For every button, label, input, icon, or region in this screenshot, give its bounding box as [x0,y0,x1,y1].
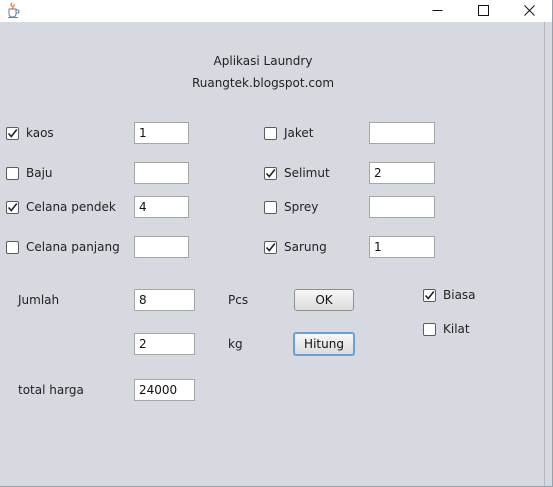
hitung-button[interactable]: Hitung [293,332,355,356]
checkmark-icon [7,202,18,212]
checkbox-box[interactable] [264,240,277,254]
checkbox-biasa[interactable]: Biasa [423,287,476,303]
ok-button[interactable]: OK [294,289,354,311]
checkbox-kilat[interactable]: Kilat [423,321,470,337]
checkbox-jaket[interactable]: Jaket [264,125,314,141]
checkbox-label-sarung: Sarung [284,240,327,254]
field-baju[interactable] [134,162,189,184]
checkbox-box[interactable] [6,240,19,254]
field-selimut[interactable]: 2 [369,162,435,184]
close-icon [523,4,535,16]
checkbox-label-jaket: Jaket [284,126,314,140]
laundry-app-window: Aplikasi Laundry Ruangtek.blogspot.com k… [0,0,553,487]
field-kaos[interactable]: 1 [134,122,189,144]
total-harga-label: total harga [18,383,84,397]
checkbox-label-baju: Baju [26,166,53,180]
checkbox-box[interactable] [6,200,19,214]
title-bar [0,0,552,22]
kg-unit-label: kg [228,337,243,351]
checkbox-celana-pendek[interactable]: Celana pendek [6,199,116,215]
checkbox-box[interactable] [6,166,19,180]
app-title: Aplikasi Laundry [213,54,313,68]
maximize-icon [477,4,489,16]
checkmark-icon [424,290,435,300]
checkbox-box[interactable] [6,126,19,140]
checkmark-icon [265,242,276,252]
checkbox-box[interactable] [264,126,277,140]
checkmark-icon [265,168,276,178]
checkbox-label-sprey: Sprey [284,200,319,214]
close-button[interactable] [506,0,552,20]
checkbox-label-kaos: kaos [26,126,54,140]
jumlah-label: Jumlah [18,293,60,307]
checkbox-label-celana-pendek: Celana pendek [26,200,116,214]
checkbox-kaos[interactable]: kaos [6,125,54,141]
pcs-field[interactable]: 8 [134,289,195,311]
checkbox-label-selimut: Selimut [284,166,330,180]
app-subtitle: Ruangtek.blogspot.com [191,76,335,90]
checkbox-box[interactable] [264,166,277,180]
kg-field[interactable]: 2 [134,333,195,355]
checkbox-label-biasa: Biasa [443,288,476,302]
total-harga-field[interactable]: 24000 [134,379,195,401]
checkbox-selimut[interactable]: Selimut [264,165,330,181]
checkbox-sarung[interactable]: Sarung [264,239,327,255]
field-celana-pendek[interactable]: 4 [134,196,189,218]
checkbox-sprey[interactable]: Sprey [264,199,318,215]
window-edge-divider [544,22,545,486]
checkmark-icon [7,128,18,138]
java-cup-icon [8,2,20,18]
pcs-unit-label: Pcs [228,293,249,307]
minimize-icon [432,9,442,11]
field-celana-panjang[interactable] [134,236,189,258]
checkbox-label-celana-panjang: Celana panjang [26,240,120,254]
checkbox-celana-panjang[interactable]: Celana panjang [6,239,120,255]
checkbox-baju[interactable]: Baju [6,165,53,181]
checkbox-box[interactable] [423,288,436,302]
maximize-button[interactable] [460,0,506,20]
checkbox-box[interactable] [423,322,436,336]
field-jaket[interactable] [369,122,435,144]
field-sprey[interactable] [369,196,435,218]
checkbox-label-kilat: Kilat [443,322,470,336]
minimize-button[interactable] [414,0,460,20]
field-sarung[interactable]: 1 [369,236,435,258]
checkbox-box[interactable] [264,200,277,214]
